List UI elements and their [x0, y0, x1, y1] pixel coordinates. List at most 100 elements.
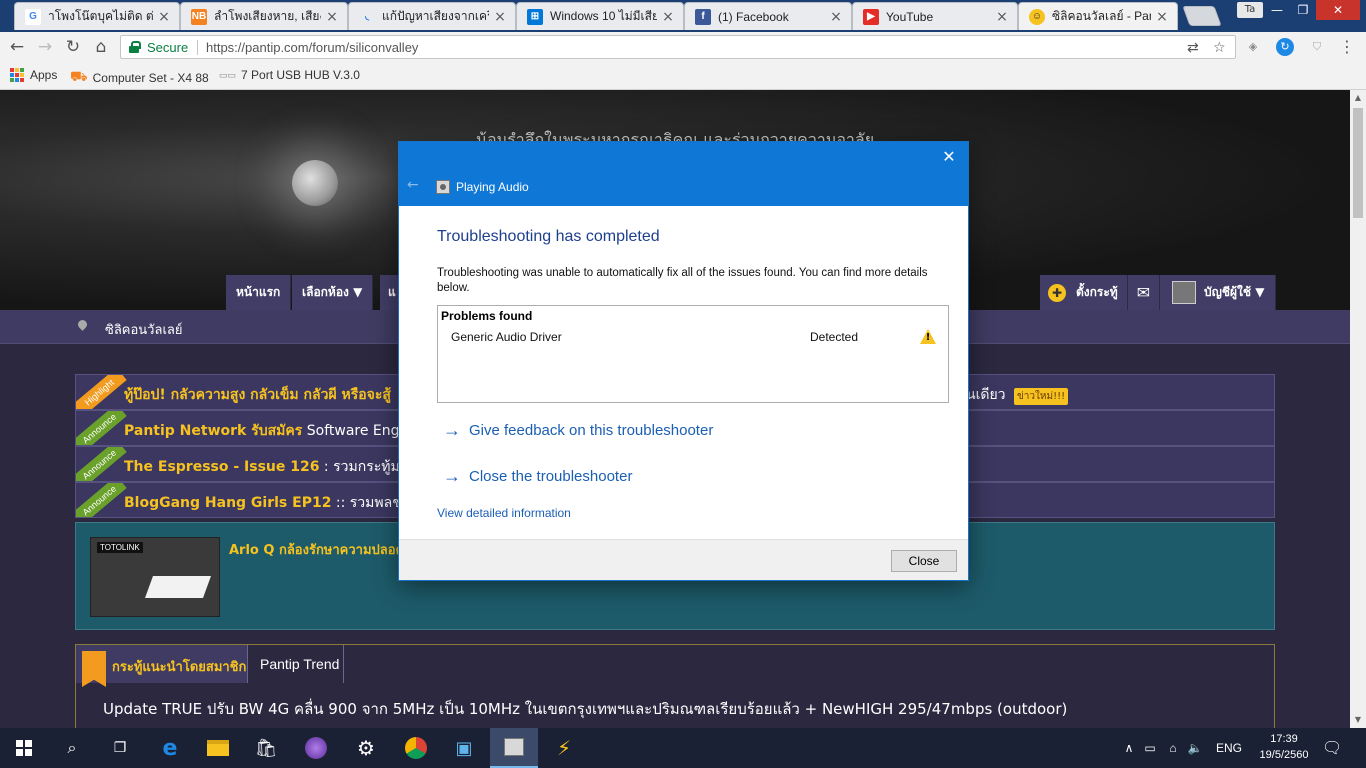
taskbar-clock[interactable]: 17:39 19/5/2560 — [1257, 731, 1311, 763]
nav-home[interactable]: หน้าแรก — [226, 275, 292, 310]
tab-close-icon[interactable]: × — [661, 9, 675, 25]
dialog-footer: Close — [399, 539, 968, 580]
bookmark-usb-hub[interactable]: ▭▭ 7 Port USB HUB V.3.0 — [219, 68, 360, 82]
bookmark-star-icon[interactable]: ☆ — [1213, 40, 1226, 56]
announcement-title[interactable]: BlogGang Hang Girls EP12 :: รวมพลชาวบล — [124, 492, 435, 514]
arrow-right-icon: → — [443, 420, 461, 440]
scroll-down-icon[interactable]: ▼ — [1350, 712, 1366, 728]
windows-logo-icon — [16, 740, 32, 756]
problem-name[interactable]: Generic Audio Driver — [451, 330, 562, 344]
nav-partial[interactable]: แ — [380, 275, 400, 310]
restore-icon[interactable]: ❐ — [1290, 0, 1316, 20]
purple-app-icon — [305, 737, 327, 759]
nav-select-room[interactable]: เลือกห้อง ▼ — [292, 275, 374, 310]
sync-extension-icon[interactable]: ↻ — [1276, 38, 1294, 56]
browser-tab-6[interactable]: ▶ YouTube × — [852, 2, 1018, 30]
mail-icon[interactable]: ✉ — [1128, 275, 1160, 310]
tab-pantip-trend[interactable]: Pantip Trend — [256, 645, 345, 683]
google-icon: G — [25, 8, 41, 25]
view-details-link[interactable]: View detailed information — [437, 506, 571, 520]
volume-icon[interactable]: 🔈 — [1184, 741, 1206, 755]
page-scrollbar[interactable]: ▲ ▼ — [1350, 90, 1366, 728]
file-explorer-icon[interactable] — [194, 728, 242, 768]
smiley-icon: ✚ — [1048, 284, 1066, 302]
scroll-thumb[interactable] — [1353, 108, 1363, 218]
notifications-icon[interactable]: 🗨 — [1322, 728, 1342, 768]
settings-gear-icon[interactable]: ⚙ — [342, 728, 390, 768]
extension-icon[interactable]: ◈ — [1244, 38, 1262, 56]
speaker-task-icon — [504, 738, 524, 756]
forward-arrow-icon[interactable]: → — [34, 36, 56, 58]
topic-link[interactable]: Update TRUE ปรับ BW 4G คลื่น 900 จาก 5MH… — [103, 697, 1067, 721]
network-icon[interactable]: ⌂ — [1162, 741, 1184, 755]
store-icon[interactable]: 🛍 — [242, 728, 290, 768]
tab-title: ซิลิคอนวัลเลย์ - Pantip — [1052, 9, 1151, 23]
ad-title[interactable]: Arlo Q กล้องรักษาความปลอด — [229, 539, 404, 560]
bookmark-label: 7 Port USB HUB V.3.0 — [241, 68, 360, 82]
close-troubleshooter-link[interactable]: → Close the troubleshooter — [443, 466, 632, 487]
usb-hub-icon: ▭▭ — [219, 69, 237, 80]
tab-close-icon[interactable]: × — [325, 9, 339, 25]
close-button[interactable]: Close — [891, 550, 957, 572]
control-panel-icon[interactable]: ▣ — [440, 728, 488, 768]
shield-extension-icon[interactable]: ⛉ — [1308, 38, 1326, 56]
chevron-up-icon[interactable]: ∧ — [1120, 741, 1138, 755]
nb-icon: NB — [191, 8, 207, 25]
arrow-right-icon: → — [443, 466, 461, 486]
tab-close-icon[interactable]: × — [829, 9, 843, 25]
translate-icon[interactable]: ⇄ — [1187, 40, 1199, 56]
router-ad-image[interactable]: TOTOLINK — [90, 537, 220, 617]
trophy-icon — [82, 651, 106, 687]
browser-tab-strip: G าโพงโน๊ตบุคไม่ติด ต่อ|ลำ × NB ลำโพงเสี… — [0, 0, 1366, 32]
back-arrow-icon[interactable]: ← — [6, 36, 28, 58]
address-bar[interactable]: Secure https://pantip.com/forum/siliconv… — [120, 35, 1236, 59]
language-indicator[interactable]: ENG — [1216, 741, 1242, 755]
nav-create-topic[interactable]: ✚ ตั้งกระทู้ — [1040, 275, 1128, 310]
battery-icon[interactable]: ▭ — [1138, 741, 1162, 755]
winamp-icon[interactable]: ⚡ — [540, 728, 588, 768]
bookmark-computer-set[interactable]: ⛟ Computer Set - X4 88 — [70, 68, 209, 87]
browser-tab-4[interactable]: ⊞ Windows 10 ไม่มีเสียง × — [516, 2, 684, 30]
announcement-title[interactable]: Pantip Network รับสมัคร Software Enginee — [124, 420, 430, 442]
tab-close-icon[interactable]: × — [1155, 9, 1169, 25]
tab-close-icon[interactable]: × — [995, 9, 1009, 25]
url-text[interactable]: https://pantip.com/forum/siliconvalley — [206, 40, 418, 55]
start-button[interactable] — [0, 728, 48, 768]
search-icon[interactable]: ⌕ — [48, 728, 96, 768]
tab-close-icon[interactable]: × — [493, 9, 507, 25]
tab-close-icon[interactable]: × — [157, 9, 171, 25]
tab-title: Windows 10 ไม่มีเสียง — [550, 9, 657, 23]
browser-tab-5[interactable]: f (1) Facebook × — [684, 2, 852, 30]
troubleshooter-task-icon[interactable] — [490, 728, 538, 768]
dialog-close-icon[interactable]: ✕ — [940, 148, 958, 166]
moon-image — [292, 160, 338, 206]
dialog-header: ✕ ← Playing Audio — [399, 142, 968, 206]
problems-title: Problems found — [441, 309, 533, 323]
give-feedback-link[interactable]: → Give feedback on this troubleshooter — [443, 420, 713, 441]
window-close-icon[interactable]: ✕ — [1316, 0, 1360, 20]
breadcrumb-text[interactable]: ซิลิคอนวัลเลย์ — [105, 319, 182, 340]
back-arrow-icon[interactable]: ← — [407, 177, 419, 193]
browser-tab-1[interactable]: G าโพงโน๊ตบุคไม่ติด ต่อ|ลำ × — [14, 2, 180, 30]
announcement-title[interactable]: The Espresso - Issue 126 : รวมกระทู้มนุษ… — [124, 456, 431, 478]
bookmark-apps[interactable]: Apps — [10, 68, 57, 82]
app-icon[interactable] — [292, 728, 340, 768]
menu-dots-icon[interactable]: ⋮ — [1338, 38, 1356, 56]
nav-account[interactable]: บัญชีผู้ใช้ ▼ — [1160, 275, 1276, 310]
browser-tab-7[interactable]: ☺ ซิลิคอนวัลเลย์ - Pantip × — [1018, 2, 1178, 30]
task-view-icon[interactable]: ❐ — [96, 728, 144, 768]
reload-icon[interactable]: ↻ — [62, 36, 84, 58]
tab-recommended-by-members[interactable]: กระทู้แนะนำโดยสมาชิก — [76, 645, 248, 687]
new-tab-button[interactable] — [1182, 6, 1222, 26]
announce-ribbon: Announce — [76, 447, 127, 481]
home-icon[interactable]: ⌂ — [90, 36, 112, 58]
bookmark-label: Apps — [30, 68, 58, 82]
browser-tab-3[interactable]: ◟ แก้ปัญหาเสียงจากเครือ × — [348, 2, 516, 30]
profile-button[interactable]: Ta — [1237, 2, 1263, 18]
chrome-icon[interactable] — [392, 728, 440, 768]
edge-icon[interactable]: e — [146, 728, 194, 768]
browser-tab-2[interactable]: NB ลำโพงเสียงหาย, เสียงไม่ × — [180, 2, 348, 30]
announcement-title[interactable]: ทู้ป๊อป! กลัวความสูง กลัวเข็ม กลัวผี หรื… — [124, 384, 391, 406]
minimize-icon[interactable]: — — [1264, 0, 1290, 20]
scroll-up-icon[interactable]: ▲ — [1350, 90, 1366, 106]
